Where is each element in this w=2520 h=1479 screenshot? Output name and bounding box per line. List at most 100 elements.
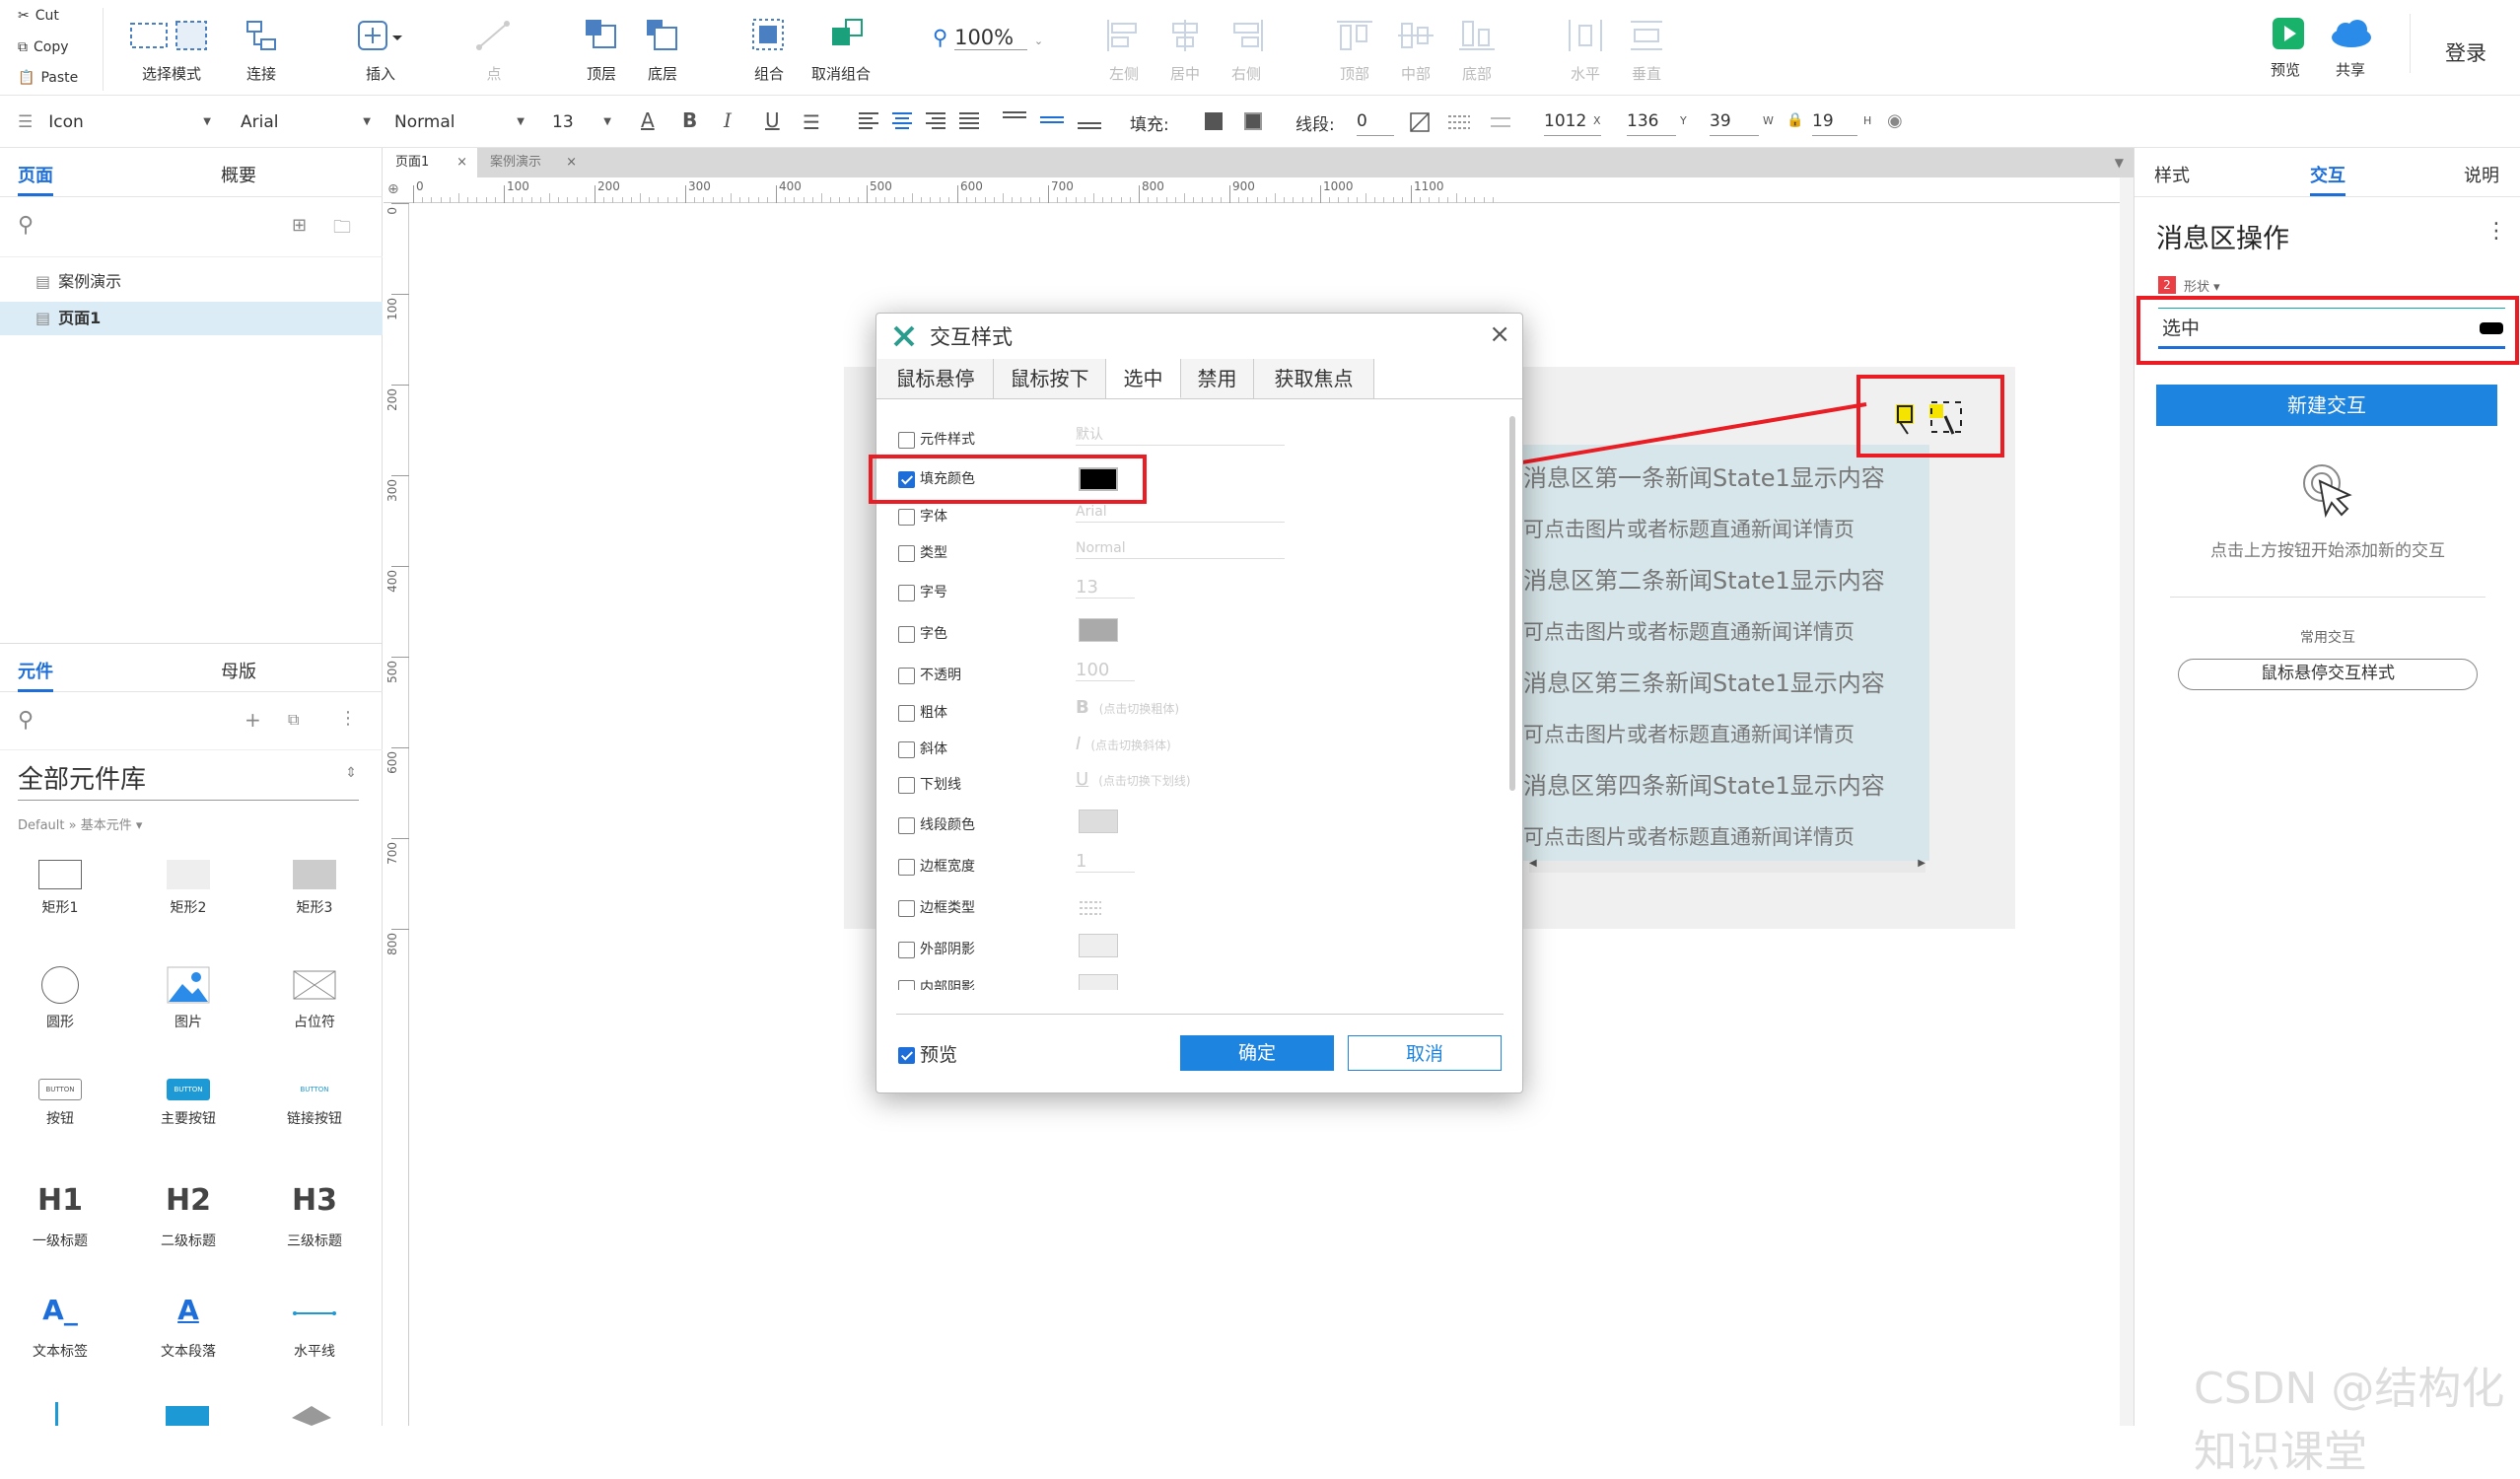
tab-focus[interactable]: 获取焦点 [1254, 359, 1374, 398]
library-copy-icon[interactable]: ⧉ [288, 710, 299, 730]
insert-button[interactable]: 插入 [353, 18, 408, 84]
point-button[interactable]: 点 [467, 18, 521, 84]
search-icon[interactable]: ⚲ [18, 213, 34, 238]
ok-button[interactable]: 确定 [1180, 1035, 1334, 1071]
tab-disabled[interactable]: 禁用 [1181, 359, 1254, 398]
align-right-button[interactable]: 右侧 [1225, 18, 1268, 84]
option-border-width[interactable]: 边框宽度 [898, 855, 975, 879]
close-icon[interactable]: × [566, 148, 577, 177]
text-color-icon[interactable]: A [641, 108, 655, 132]
news-desc[interactable]: 可点击图片或者标题直通新闻详情页 [1523, 821, 1855, 851]
hover-style-button[interactable]: 鼠标悬停交互样式 [2178, 659, 2478, 690]
library-path[interactable]: Default » 基本元件 ▾ [18, 814, 142, 833]
news-title[interactable]: 消息区第二条新闻State1显示内容 [1523, 561, 1885, 596]
checkbox[interactable] [898, 431, 915, 449]
align-top-button[interactable]: 顶部 [1333, 18, 1376, 84]
bold-icon[interactable]: B [682, 108, 697, 132]
underline-icon[interactable]: U [765, 108, 780, 132]
bold-toggle[interactable]: B (点击切换粗体) [1076, 697, 1179, 719]
checkbox[interactable] [898, 740, 915, 758]
group-button[interactable]: 组合 [747, 18, 791, 84]
checkbox[interactable] [898, 979, 915, 990]
line-color-icon[interactable] [1410, 112, 1430, 132]
news-desc[interactable]: 可点击图片或者标题直通新闻详情页 [1523, 719, 1855, 748]
add-folder-icon[interactable]: 🗀 [333, 215, 351, 245]
tab-selected[interactable]: 选中 [1106, 359, 1181, 398]
tab-mouse-hover[interactable]: 鼠标悬停 [877, 359, 994, 398]
checkbox[interactable] [898, 667, 915, 684]
preview-button[interactable]: 预览 [2264, 18, 2307, 80]
border-width-input[interactable]: 1 [1076, 851, 1135, 873]
font-select[interactable]: Arial [1076, 501, 1285, 523]
checkbox[interactable] [898, 776, 915, 794]
news-desc[interactable]: 可点击图片或者标题直通新闻详情页 [1523, 616, 1855, 646]
border-type-icon[interactable] [1078, 898, 1103, 918]
checkbox[interactable] [898, 584, 915, 601]
doc-tab-demo[interactable]: 案例演示 × [478, 148, 587, 177]
close-icon[interactable]: × [456, 148, 467, 177]
paste-button[interactable]: 📋 Paste [18, 70, 78, 86]
checkbox[interactable] [898, 899, 915, 917]
share-button[interactable]: 共享 [2325, 18, 2376, 80]
cut-button[interactable]: ✂ Cut [18, 8, 59, 24]
tab-pages[interactable]: 页面 [18, 162, 53, 196]
checkbox-checked[interactable] [898, 1047, 915, 1064]
height-input[interactable]: 19 [1812, 108, 1857, 136]
vertical-scrollbar[interactable] [2120, 177, 2134, 1426]
option-bold[interactable]: 粗体 [898, 701, 947, 725]
option-type[interactable]: 类型 [898, 541, 947, 565]
lock-ratio-icon[interactable]: 🔒 [1786, 112, 1803, 128]
checkbox[interactable] [898, 858, 915, 876]
font-select[interactable]: Arial ▼ [241, 108, 375, 136]
checkbox[interactable] [898, 544, 915, 562]
widget-rect2[interactable]: 矩形2 [134, 860, 243, 917]
tab-outline[interactable]: 概要 [221, 162, 256, 187]
fill-shadow-swatch[interactable] [1244, 112, 1262, 130]
widget-rect1[interactable]: 矩形1 [6, 860, 114, 917]
add-page-icon[interactable]: ⊞ [292, 215, 307, 236]
font-size-select[interactable]: 13 ▼ [552, 108, 615, 136]
widget-h3[interactable]: H3 三级标题 [260, 1183, 369, 1250]
widget-style-select[interactable]: 默认 [1076, 424, 1285, 446]
distribute-vertical-button[interactable]: 垂直 [1625, 18, 1668, 84]
option-underline[interactable]: 下划线 [898, 773, 961, 797]
more-icon[interactable]: ⋮ [339, 708, 357, 729]
option-border-type[interactable]: 边框类型 [898, 896, 975, 920]
more-vertical-icon[interactable]: ⋮ [2485, 219, 2507, 244]
horizontal-scrollbar[interactable]: ◀ ▶ [1529, 858, 1925, 873]
checkbox[interactable] [898, 508, 915, 526]
close-icon[interactable]: × [1489, 319, 1510, 349]
y-input[interactable]: 136 [1627, 108, 1676, 136]
width-input[interactable]: 39 [1710, 108, 1759, 136]
preview-option[interactable]: 预览 [898, 1043, 957, 1067]
option-font-size[interactable]: 字号 [898, 581, 947, 604]
library-select[interactable]: 全部元件库 ⇕ [18, 759, 359, 801]
widget-horizontal-line[interactable]: 水平线 [260, 1294, 369, 1361]
cancel-button[interactable]: 取消 [1348, 1035, 1502, 1071]
tab-notes[interactable]: 说明 [2464, 162, 2499, 187]
widget-h2[interactable]: H2 二级标题 [134, 1183, 243, 1250]
checkbox[interactable] [898, 816, 915, 834]
fill-color-swatch[interactable] [1205, 112, 1223, 130]
valign-bottom-icon[interactable] [1077, 110, 1102, 130]
zoom-control[interactable]: ⚲ 100% ⌄ [933, 26, 1043, 50]
widget-h1[interactable]: H1 一级标题 [6, 1183, 114, 1250]
valign-middle-icon[interactable] [1039, 110, 1065, 130]
option-opacity[interactable]: 不透明 [898, 664, 961, 687]
style-select[interactable]: ☰ Icon ▼ [18, 108, 215, 136]
page-item-page1[interactable]: ▤ 页面1 [0, 302, 383, 335]
ungroup-button[interactable]: 取消组合 [806, 18, 875, 84]
doc-tab-page1[interactable]: 页面1 × [384, 148, 477, 177]
italic-icon[interactable]: I [724, 108, 732, 132]
widget-name-title[interactable]: 消息区操作 [2156, 217, 2289, 255]
option-outer-shadow[interactable]: 外部阴影 [898, 938, 975, 961]
outer-shadow-picker[interactable] [1079, 934, 1118, 957]
hotspot-icon[interactable] [166, 1406, 209, 1426]
align-bottom-button[interactable]: 底部 [1455, 18, 1499, 84]
checkbox[interactable] [898, 625, 915, 643]
tab-style[interactable]: 样式 [2154, 162, 2190, 187]
font-color-picker[interactable] [1079, 618, 1118, 642]
scroll-right-icon[interactable]: ▶ [1918, 858, 1925, 869]
tab-masters[interactable]: 母版 [221, 658, 256, 683]
news-desc[interactable]: 可点击图片或者标题直通新闻详情页 [1523, 514, 1855, 543]
